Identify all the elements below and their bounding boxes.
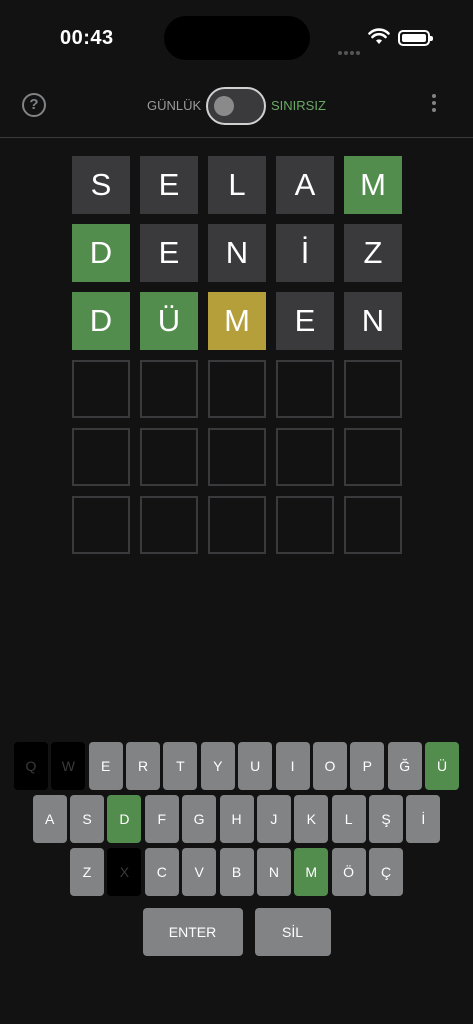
- key-y[interactable]: Y: [200, 742, 235, 790]
- game-board: SELAMDENİZDÜMEN: [72, 156, 402, 564]
- key-f[interactable]: F: [144, 795, 179, 843]
- board-row: [72, 496, 402, 554]
- board-tile: [72, 428, 130, 486]
- key-ü[interactable]: Ü: [425, 742, 460, 790]
- board-tile: N: [344, 292, 402, 350]
- key-t[interactable]: T: [163, 742, 198, 790]
- key-r[interactable]: R: [126, 742, 161, 790]
- board-tile: İ: [276, 224, 334, 282]
- status-bar: 00:43: [0, 0, 473, 70]
- key-v[interactable]: V: [182, 848, 217, 896]
- key-ç[interactable]: Ç: [369, 848, 403, 896]
- key-ö[interactable]: Ö: [331, 848, 366, 896]
- key-c[interactable]: C: [144, 848, 179, 896]
- board-tile: [140, 496, 198, 554]
- keyboard-row: ENTER SİL: [0, 908, 473, 958]
- board-tile: [276, 360, 334, 418]
- enter-key[interactable]: ENTER: [142, 908, 243, 956]
- key-ş[interactable]: Ş: [369, 795, 403, 843]
- board-tile: [72, 360, 130, 418]
- delete-key[interactable]: SİL: [254, 908, 331, 956]
- key-l[interactable]: L: [331, 795, 366, 843]
- board-tile: [344, 360, 402, 418]
- board-tile: M: [344, 156, 402, 214]
- board-tile: [344, 428, 402, 486]
- help-icon[interactable]: ?: [22, 93, 46, 117]
- key-j[interactable]: J: [256, 795, 291, 843]
- board-tile: [72, 496, 130, 554]
- board-tile: [276, 428, 334, 486]
- cellular-signal-icon: [338, 42, 362, 55]
- key-b[interactable]: B: [219, 848, 254, 896]
- board-tile: A: [276, 156, 334, 214]
- board-tile: [140, 360, 198, 418]
- board-tile: S: [72, 156, 130, 214]
- mode-toggle[interactable]: [206, 87, 266, 125]
- key-d[interactable]: D: [107, 795, 142, 843]
- mode-daily-label: GÜNLÜK: [147, 98, 202, 113]
- key-z[interactable]: Z: [70, 848, 104, 896]
- board-tile: D: [72, 224, 130, 282]
- board-row: DENİZ: [72, 224, 402, 282]
- board-tile: [344, 496, 402, 554]
- key-k[interactable]: K: [294, 795, 329, 843]
- board-tile: Ü: [140, 292, 198, 350]
- key-g[interactable]: G: [182, 795, 217, 843]
- key-w[interactable]: W: [51, 742, 86, 790]
- key-i[interactable]: I: [275, 742, 310, 790]
- board-tile: [208, 428, 266, 486]
- key-p[interactable]: P: [350, 742, 385, 790]
- mode-unlimited-label: SINIRSIZ: [271, 98, 326, 113]
- board-tile: D: [72, 292, 130, 350]
- board-tile: E: [140, 224, 198, 282]
- key-i̇[interactable]: İ: [406, 795, 441, 843]
- keyboard-row: ZXCVBNMÖÇ: [0, 848, 473, 898]
- board-tile: [208, 360, 266, 418]
- dynamic-island: [164, 16, 310, 60]
- key-n[interactable]: N: [256, 848, 291, 896]
- key-o[interactable]: O: [312, 742, 347, 790]
- board-row: SELAM: [72, 156, 402, 214]
- board-row: [72, 428, 402, 486]
- keyboard-row: QWERTYUIOPĞÜ: [0, 742, 473, 792]
- wifi-icon: [368, 28, 390, 46]
- battery-icon: [398, 30, 433, 46]
- board-tile: [140, 428, 198, 486]
- key-a[interactable]: A: [32, 795, 67, 843]
- key-h[interactable]: H: [219, 795, 254, 843]
- key-e[interactable]: E: [88, 742, 123, 790]
- keyboard-row: ASDFGHJKLŞİ: [0, 795, 473, 845]
- game-header: ? GÜNLÜK SINIRSIZ: [0, 80, 473, 138]
- board-tile: Z: [344, 224, 402, 282]
- board-tile: [276, 496, 334, 554]
- board-tile: E: [140, 156, 198, 214]
- status-time: 00:43: [60, 27, 114, 49]
- key-u[interactable]: U: [238, 742, 273, 790]
- board-tile: N: [208, 224, 266, 282]
- board-tile: M: [208, 292, 266, 350]
- board-tile: [208, 496, 266, 554]
- key-s[interactable]: S: [70, 795, 104, 843]
- toggle-knob: [214, 96, 234, 116]
- key-ğ[interactable]: Ğ: [387, 742, 422, 790]
- board-row: DÜMEN: [72, 292, 402, 350]
- board-tile: L: [208, 156, 266, 214]
- key-q[interactable]: Q: [13, 742, 48, 790]
- more-options-icon[interactable]: [430, 94, 438, 118]
- board-tile: E: [276, 292, 334, 350]
- board-row: [72, 360, 402, 418]
- key-m[interactable]: M: [294, 848, 329, 896]
- key-x[interactable]: X: [107, 848, 142, 896]
